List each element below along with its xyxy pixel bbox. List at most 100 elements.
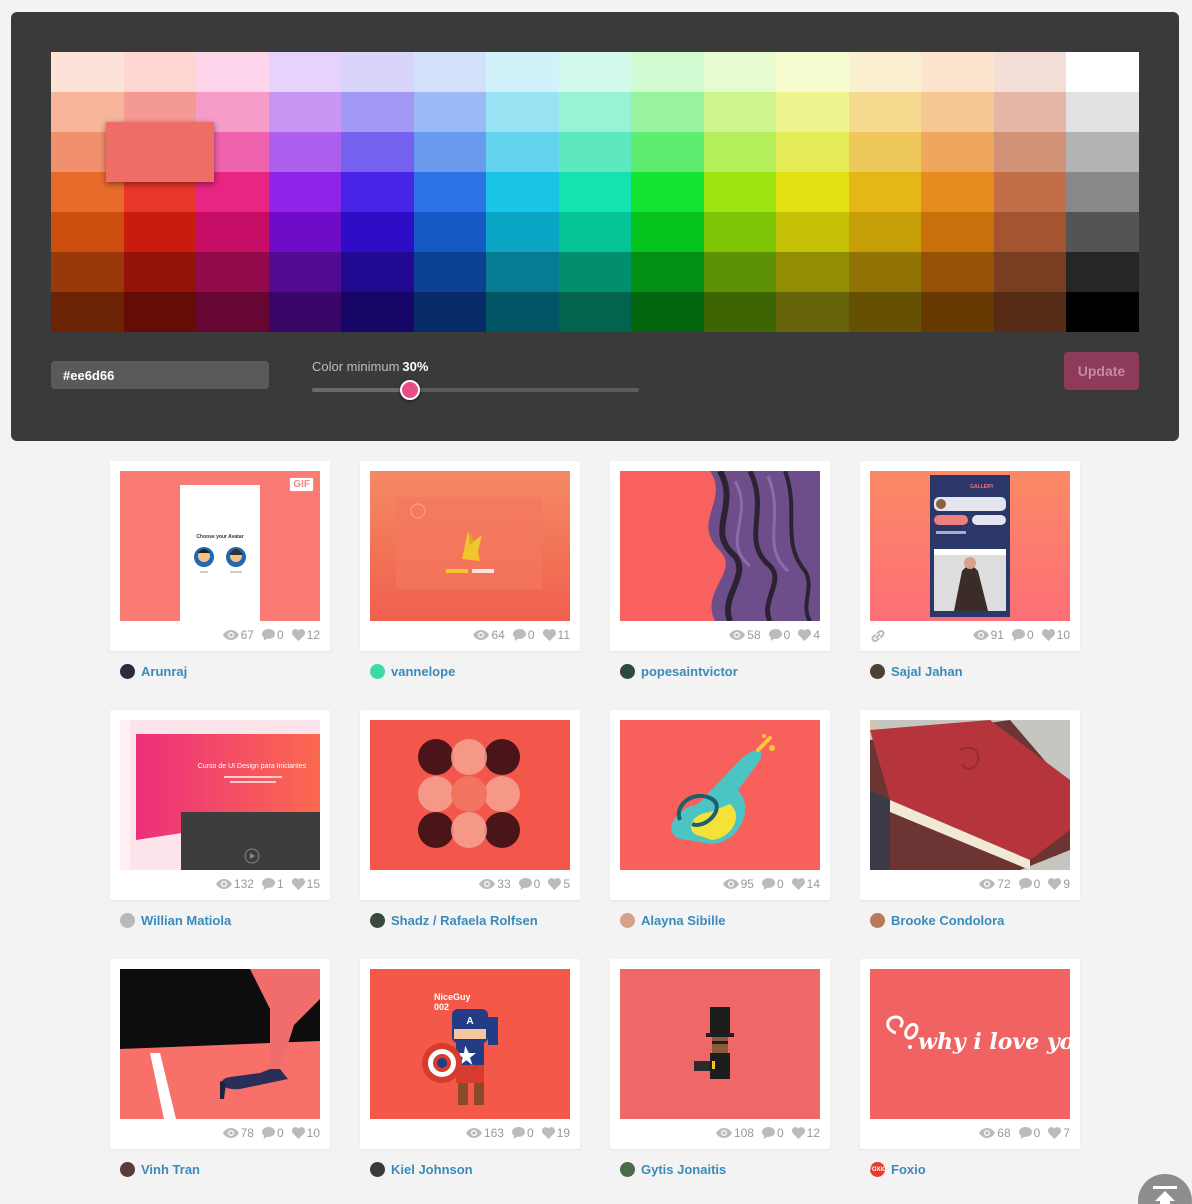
color-swatch[interactable]	[268, 292, 342, 332]
color-swatch[interactable]	[703, 212, 777, 252]
color-swatch[interactable]	[413, 252, 487, 292]
color-swatch[interactable]	[993, 292, 1067, 332]
color-swatch[interactable]	[558, 252, 632, 292]
comments-stat[interactable]: 0	[1018, 1126, 1040, 1140]
color-swatch[interactable]	[123, 292, 197, 332]
avatar[interactable]	[370, 913, 385, 928]
color-swatch[interactable]	[631, 252, 704, 292]
comments-stat[interactable]: 0	[511, 1126, 534, 1140]
color-swatch[interactable]	[268, 172, 342, 212]
avatar[interactable]	[370, 1162, 385, 1177]
shot-author[interactable]: Gytis Jonaitis	[610, 1162, 830, 1177]
shot-author[interactable]: Brooke Condolora	[860, 913, 1080, 928]
color-swatch[interactable]	[921, 132, 994, 172]
shot-thumbnail[interactable]: NiceGuy 002 A	[370, 969, 570, 1119]
author-name[interactable]: vannelope	[391, 664, 455, 679]
link-icon[interactable]	[870, 628, 886, 644]
color-swatch[interactable]	[196, 52, 269, 92]
color-swatch[interactable]	[413, 292, 487, 332]
color-swatch[interactable]	[848, 132, 922, 172]
likes-stat[interactable]: 14	[791, 877, 820, 891]
author-name[interactable]: Kiel Johnson	[391, 1162, 473, 1177]
shot-author[interactable]: Vinh Tran	[110, 1162, 330, 1177]
avatar[interactable]	[620, 664, 635, 679]
color-swatch[interactable]	[631, 212, 704, 252]
likes-stat[interactable]: 4	[798, 628, 820, 642]
color-swatch[interactable]	[703, 132, 777, 172]
color-swatch[interactable]	[268, 132, 342, 172]
likes-stat[interactable]: 9	[1048, 877, 1070, 891]
color-swatch[interactable]	[51, 212, 124, 252]
color-swatch[interactable]	[993, 212, 1067, 252]
color-swatch[interactable]	[631, 52, 704, 92]
comments-stat[interactable]: 0	[261, 628, 284, 642]
color-swatch[interactable]	[776, 292, 849, 332]
color-swatch[interactable]	[196, 212, 269, 252]
color-swatch[interactable]	[558, 172, 632, 212]
color-swatch[interactable]	[848, 172, 922, 212]
shot-thumbnail[interactable]	[620, 969, 820, 1119]
color-swatch[interactable]	[558, 212, 632, 252]
color-swatch[interactable]	[1066, 252, 1139, 292]
comments-stat[interactable]: 0	[768, 628, 790, 642]
likes-stat[interactable]: 11	[542, 628, 570, 642]
shot-author[interactable]: Shadz / Rafaela Rolfsen	[360, 913, 580, 928]
color-swatch[interactable]	[486, 292, 559, 332]
color-swatch[interactable]	[486, 172, 559, 212]
avatar[interactable]	[120, 664, 135, 679]
author-name[interactable]: Sajal Jahan	[891, 664, 963, 679]
color-swatch[interactable]	[558, 292, 632, 332]
color-swatch[interactable]	[993, 52, 1067, 92]
color-swatch[interactable]	[703, 252, 777, 292]
avatar[interactable]	[620, 913, 635, 928]
color-swatch[interactable]	[268, 92, 342, 132]
color-swatch[interactable]	[1066, 132, 1139, 172]
shot-thumbnail[interactable]: why i love you	[870, 969, 1070, 1119]
color-swatch[interactable]	[413, 52, 487, 92]
color-swatch[interactable]	[921, 172, 994, 212]
color-swatch[interactable]	[196, 292, 269, 332]
author-name[interactable]: Gytis Jonaitis	[641, 1162, 726, 1177]
shot-thumbnail[interactable]	[620, 720, 820, 870]
color-swatch[interactable]	[51, 252, 124, 292]
shot-thumbnail[interactable]	[620, 471, 820, 621]
color-swatch[interactable]	[1066, 292, 1139, 332]
hex-color-input[interactable]	[51, 361, 269, 389]
color-swatch[interactable]	[558, 132, 632, 172]
likes-stat[interactable]: 12	[291, 628, 320, 642]
color-swatch[interactable]	[631, 292, 704, 332]
color-swatch[interactable]	[123, 52, 197, 92]
shot-author[interactable]: FOXIO Foxio	[860, 1162, 1080, 1177]
shot-author[interactable]: Sajal Jahan	[860, 664, 1080, 679]
color-swatch[interactable]	[196, 252, 269, 292]
author-name[interactable]: Vinh Tran	[141, 1162, 200, 1177]
color-swatch[interactable]	[848, 292, 922, 332]
likes-stat[interactable]: 15	[291, 877, 320, 891]
color-swatch[interactable]	[848, 212, 922, 252]
color-swatch[interactable]	[413, 212, 487, 252]
comments-stat[interactable]: 0	[1011, 628, 1034, 642]
author-name[interactable]: Brooke Condolora	[891, 913, 1004, 928]
color-swatch[interactable]	[486, 92, 559, 132]
color-swatch[interactable]	[341, 132, 414, 172]
likes-stat[interactable]: 12	[791, 1126, 820, 1140]
comments-stat[interactable]: 0	[761, 1126, 784, 1140]
color-swatch[interactable]	[51, 292, 124, 332]
avatar[interactable]	[120, 913, 135, 928]
color-swatch[interactable]	[921, 252, 994, 292]
color-swatch[interactable]	[1066, 172, 1139, 212]
color-swatch[interactable]	[1066, 52, 1139, 92]
author-name[interactable]: Willian Matiola	[141, 913, 231, 928]
color-swatch[interactable]	[921, 292, 994, 332]
author-name[interactable]: Alayna Sibille	[641, 913, 726, 928]
comments-stat[interactable]: 0	[261, 1126, 284, 1140]
shot-author[interactable]: Kiel Johnson	[360, 1162, 580, 1177]
likes-stat[interactable]: 19	[541, 1126, 570, 1140]
color-swatch[interactable]	[631, 132, 704, 172]
comments-stat[interactable]: 0	[512, 628, 535, 642]
color-swatch[interactable]	[341, 52, 414, 92]
color-swatch[interactable]	[341, 292, 414, 332]
likes-stat[interactable]: 5	[548, 877, 570, 891]
shot-thumbnail[interactable]	[370, 471, 570, 621]
color-swatch[interactable]	[703, 172, 777, 212]
